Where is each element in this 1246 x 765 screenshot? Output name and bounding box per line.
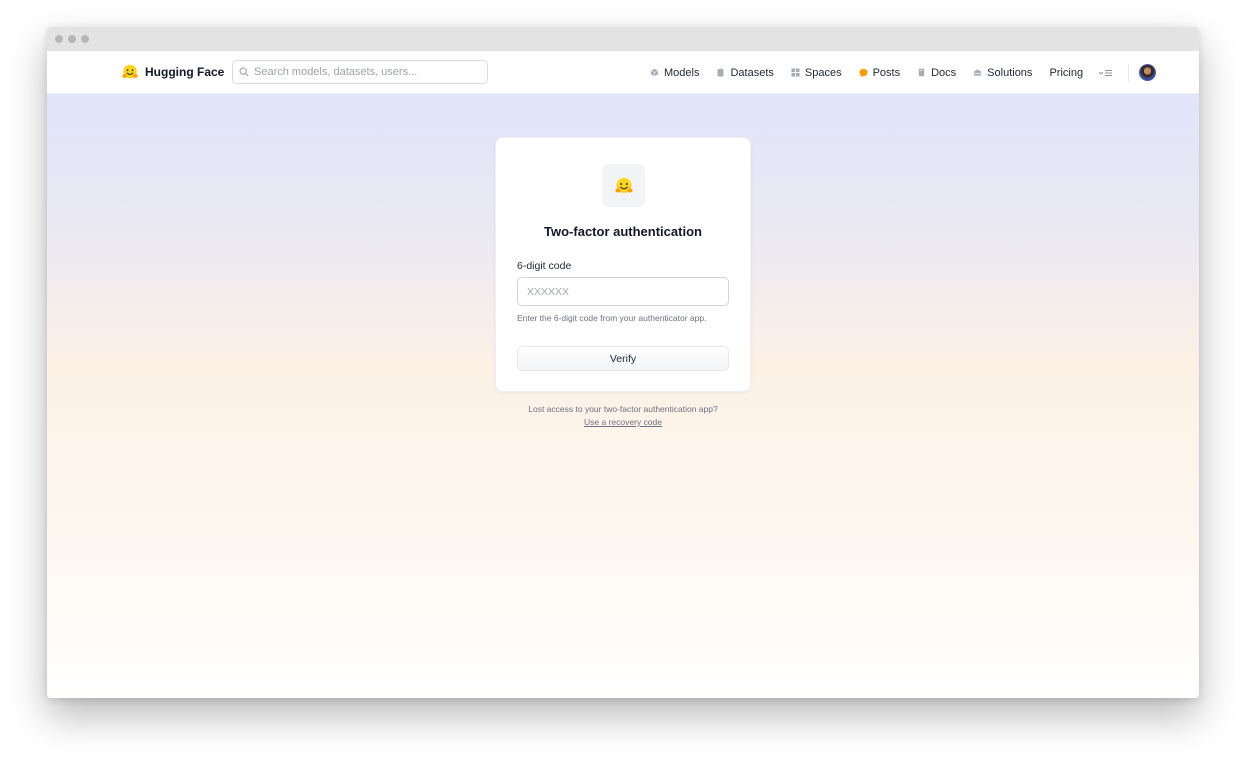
recovery-prompt: Lost access to your two-factor authentic… (528, 404, 718, 414)
nav-item-label: Posts (872, 66, 901, 79)
search-box[interactable] (232, 60, 488, 84)
nav-links: Models Datasets Spaces Posts Docs Soluti… (650, 51, 1157, 94)
nav-item-label: Solutions (987, 66, 1033, 79)
user-avatar[interactable] (1139, 64, 1157, 81)
two-factor-card: Two-factor authentication 6-digit code E… (495, 137, 751, 392)
window-minimize-button[interactable] (68, 35, 76, 43)
card-logo (602, 164, 645, 207)
nav-more-menu-button[interactable] (1098, 68, 1114, 78)
hugging-face-emoji-icon (614, 177, 633, 193)
nav-item-label: Datasets (730, 66, 774, 79)
code-input[interactable] (517, 277, 729, 306)
verify-button[interactable]: Verify (517, 346, 729, 371)
nav-item-solutions[interactable]: Solutions (973, 67, 1032, 79)
nav-item-posts[interactable]: Posts (859, 66, 901, 79)
nav-divider (1128, 63, 1130, 82)
nav-item-docs[interactable]: Docs (917, 67, 956, 79)
building-icon (974, 69, 982, 76)
menu-icon (1098, 69, 1113, 76)
page-title: Two-factor authentication (544, 224, 702, 239)
brand-name: Hugging Face (145, 65, 225, 79)
window-close-button[interactable] (55, 35, 63, 43)
grid-icon (791, 68, 800, 77)
main-content: Two-factor authentication 6-digit code E… (47, 94, 1199, 698)
nav-item-pricing[interactable]: Pricing (1049, 67, 1083, 79)
search-icon (239, 67, 249, 77)
nav-item-label: Spaces (804, 66, 842, 79)
nav-item-models[interactable]: Models (650, 67, 699, 79)
nav-item-label: Models (664, 66, 700, 79)
window-maximize-button[interactable] (81, 35, 89, 43)
book-icon (918, 68, 925, 77)
recovery-code-link[interactable]: Use a recovery code (584, 417, 662, 427)
chat-bubble-icon (859, 68, 868, 77)
browser-window: Hugging Face Models Datasets Spaces (47, 27, 1199, 698)
nav-item-spaces[interactable]: Spaces (791, 67, 842, 79)
nav-item-label: Pricing (1049, 66, 1084, 79)
brand-logo-link[interactable]: Hugging Face (121, 63, 224, 81)
window-titlebar (47, 27, 1199, 51)
code-helper-text: Enter the 6-digit code from your authent… (517, 313, 707, 323)
cube-icon (650, 68, 659, 77)
search-input[interactable] (254, 66, 479, 78)
nav-item-label: Docs (931, 66, 957, 79)
code-field-label: 6-digit code (517, 260, 572, 272)
database-icon (717, 68, 724, 77)
nav-item-datasets[interactable]: Datasets (716, 66, 774, 79)
recovery-section: Lost access to your two-factor authentic… (495, 403, 751, 429)
hugging-face-emoji-icon (122, 64, 138, 79)
top-navbar: Hugging Face Models Datasets Spaces (47, 51, 1199, 94)
